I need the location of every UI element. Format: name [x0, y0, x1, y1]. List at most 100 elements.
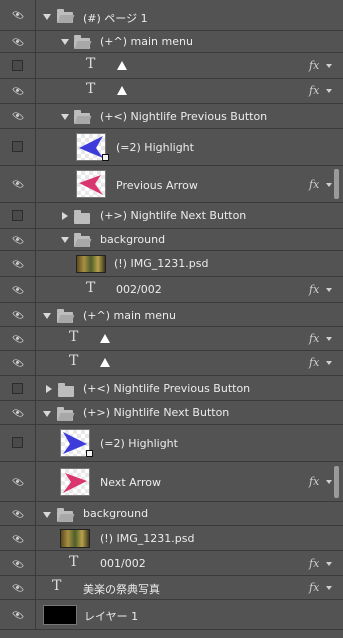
- layer-name[interactable]: Next Arrow: [100, 476, 161, 489]
- fx-icon[interactable]: fx: [309, 283, 319, 296]
- layer-name[interactable]: (+^) main menu: [100, 35, 193, 48]
- layer-row-next-button[interactable]: (+>) Nightlife Next Button: [0, 203, 343, 229]
- fx-expand-icon[interactable]: [326, 337, 332, 341]
- eye-icon[interactable]: [12, 36, 24, 48]
- hidden-box-icon[interactable]: [12, 60, 23, 71]
- expand-arrow-icon[interactable]: [62, 212, 68, 220]
- visibility-toggle[interactable]: [0, 376, 36, 400]
- eye-icon[interactable]: [12, 9, 24, 21]
- fx-icon[interactable]: fx: [309, 356, 319, 369]
- layer-row-previous-arrow[interactable]: Previous Arrow fx: [0, 166, 343, 203]
- visibility-toggle[interactable]: [0, 576, 36, 599]
- visibility-toggle[interactable]: [0, 303, 36, 326]
- visibility-toggle[interactable]: [0, 401, 36, 424]
- eye-icon[interactable]: [12, 309, 24, 321]
- layer-name[interactable]: 美楽の祭典写真: [83, 581, 160, 597]
- layer-name[interactable]: (+<) Nightlife Previous Button: [100, 110, 267, 123]
- eye-icon[interactable]: [12, 258, 24, 270]
- eye-icon[interactable]: [12, 110, 24, 122]
- layer-row-text[interactable]: T fx: [0, 327, 343, 351]
- layer-row-background[interactable]: background: [0, 229, 343, 251]
- layer-row-text[interactable]: T fx: [0, 351, 343, 376]
- layer-name[interactable]: (!) IMG_1231.psd: [114, 257, 208, 270]
- layer-row-image[interactable]: (!) IMG_1231.psd: [0, 251, 343, 277]
- visibility-toggle[interactable]: [0, 129, 36, 165]
- fx-expand-icon[interactable]: [326, 480, 332, 484]
- expand-arrow-icon[interactable]: [43, 14, 51, 20]
- visibility-toggle[interactable]: [0, 166, 36, 202]
- visibility-toggle[interactable]: [0, 229, 36, 250]
- layer-row-counter[interactable]: T 002/002 fx: [0, 277, 343, 303]
- eye-icon[interactable]: [12, 333, 24, 345]
- fx-expand-icon[interactable]: [326, 562, 332, 566]
- eye-icon[interactable]: [12, 178, 24, 190]
- fx-expand-icon[interactable]: [326, 64, 332, 68]
- eye-icon[interactable]: [12, 284, 24, 296]
- layer-name[interactable]: (#) ページ 1: [83, 10, 148, 26]
- layer-row-text[interactable]: T fx: [0, 79, 343, 104]
- layer-name[interactable]: (!) IMG_1231.psd: [100, 532, 194, 545]
- layer-name[interactable]: background: [83, 507, 148, 520]
- eye-icon[interactable]: [12, 582, 24, 594]
- fx-expand-icon[interactable]: [326, 361, 332, 365]
- visibility-toggle[interactable]: [0, 462, 36, 501]
- expand-arrow-icon[interactable]: [43, 313, 51, 319]
- visibility-toggle[interactable]: [0, 526, 36, 550]
- layer-row-image[interactable]: (!) IMG_1231.psd: [0, 526, 343, 551]
- layer-name[interactable]: (+>) Nightlife Next Button: [100, 209, 246, 222]
- expand-arrow-icon[interactable]: [61, 237, 69, 243]
- layer-name[interactable]: (=2) Highlight: [100, 437, 178, 450]
- fx-icon[interactable]: fx: [309, 59, 319, 72]
- fx-expand-icon[interactable]: [326, 586, 332, 590]
- layer-row-page1[interactable]: (#) ページ 1: [0, 0, 343, 31]
- layer-name[interactable]: Previous Arrow: [116, 179, 198, 192]
- visibility-toggle[interactable]: [0, 203, 36, 228]
- eye-icon[interactable]: [12, 476, 24, 488]
- layer-row-main-menu[interactable]: (+^) main menu: [0, 303, 343, 327]
- layer-row-main-menu[interactable]: (+^) main menu: [0, 31, 343, 53]
- visibility-toggle[interactable]: [0, 327, 36, 350]
- visibility-toggle[interactable]: [0, 104, 36, 128]
- fx-icon[interactable]: fx: [309, 475, 319, 488]
- expand-arrow-icon[interactable]: [61, 39, 69, 45]
- visibility-toggle[interactable]: [0, 277, 36, 302]
- layer-row-highlight[interactable]: (=2) Highlight: [0, 425, 343, 462]
- visibility-toggle[interactable]: [0, 502, 36, 525]
- effects-scroll[interactable]: [334, 466, 339, 498]
- hidden-box-icon[interactable]: [12, 437, 23, 448]
- eye-icon[interactable]: [12, 533, 24, 545]
- fx-icon[interactable]: fx: [309, 84, 319, 97]
- fx-icon[interactable]: fx: [309, 178, 319, 191]
- fx-expand-icon[interactable]: [326, 89, 332, 93]
- layer-row-prev-button[interactable]: (+<) Nightlife Previous Button: [0, 376, 343, 401]
- layer-name[interactable]: レイヤー 1: [84, 608, 138, 624]
- layer-row-next-arrow[interactable]: Next Arrow fx: [0, 462, 343, 502]
- eye-icon[interactable]: [12, 234, 24, 246]
- visibility-toggle[interactable]: [0, 53, 36, 78]
- eye-icon[interactable]: [12, 508, 24, 520]
- visibility-toggle[interactable]: [0, 0, 36, 30]
- layer-row-layer1[interactable]: レイヤー 1: [0, 600, 343, 630]
- expand-arrow-icon[interactable]: [61, 114, 69, 120]
- layer-name[interactable]: background: [100, 233, 165, 246]
- fx-icon[interactable]: fx: [309, 557, 319, 570]
- visibility-toggle[interactable]: [0, 251, 36, 276]
- hidden-box-icon[interactable]: [12, 383, 23, 394]
- layer-row-text[interactable]: T fx: [0, 53, 343, 79]
- expand-arrow-icon[interactable]: [46, 385, 52, 393]
- visibility-toggle[interactable]: [0, 600, 36, 629]
- fx-expand-icon[interactable]: [326, 183, 332, 187]
- eye-icon[interactable]: [12, 407, 24, 419]
- layer-name[interactable]: (+<) Nightlife Previous Button: [83, 382, 250, 395]
- eye-icon[interactable]: [12, 85, 24, 97]
- visibility-toggle[interactable]: [0, 351, 36, 375]
- fx-icon[interactable]: fx: [309, 332, 319, 345]
- layer-row-background[interactable]: background: [0, 502, 343, 526]
- layer-name[interactable]: (+>) Nightlife Next Button: [83, 406, 229, 419]
- layer-name[interactable]: (+^) main menu: [83, 309, 176, 322]
- visibility-toggle[interactable]: [0, 551, 36, 575]
- layer-row-title-text[interactable]: T 美楽の祭典写真 fx: [0, 576, 343, 600]
- layer-name[interactable]: 002/002: [116, 283, 162, 296]
- eye-icon[interactable]: [12, 357, 24, 369]
- layer-name[interactable]: (=2) Highlight: [116, 141, 194, 154]
